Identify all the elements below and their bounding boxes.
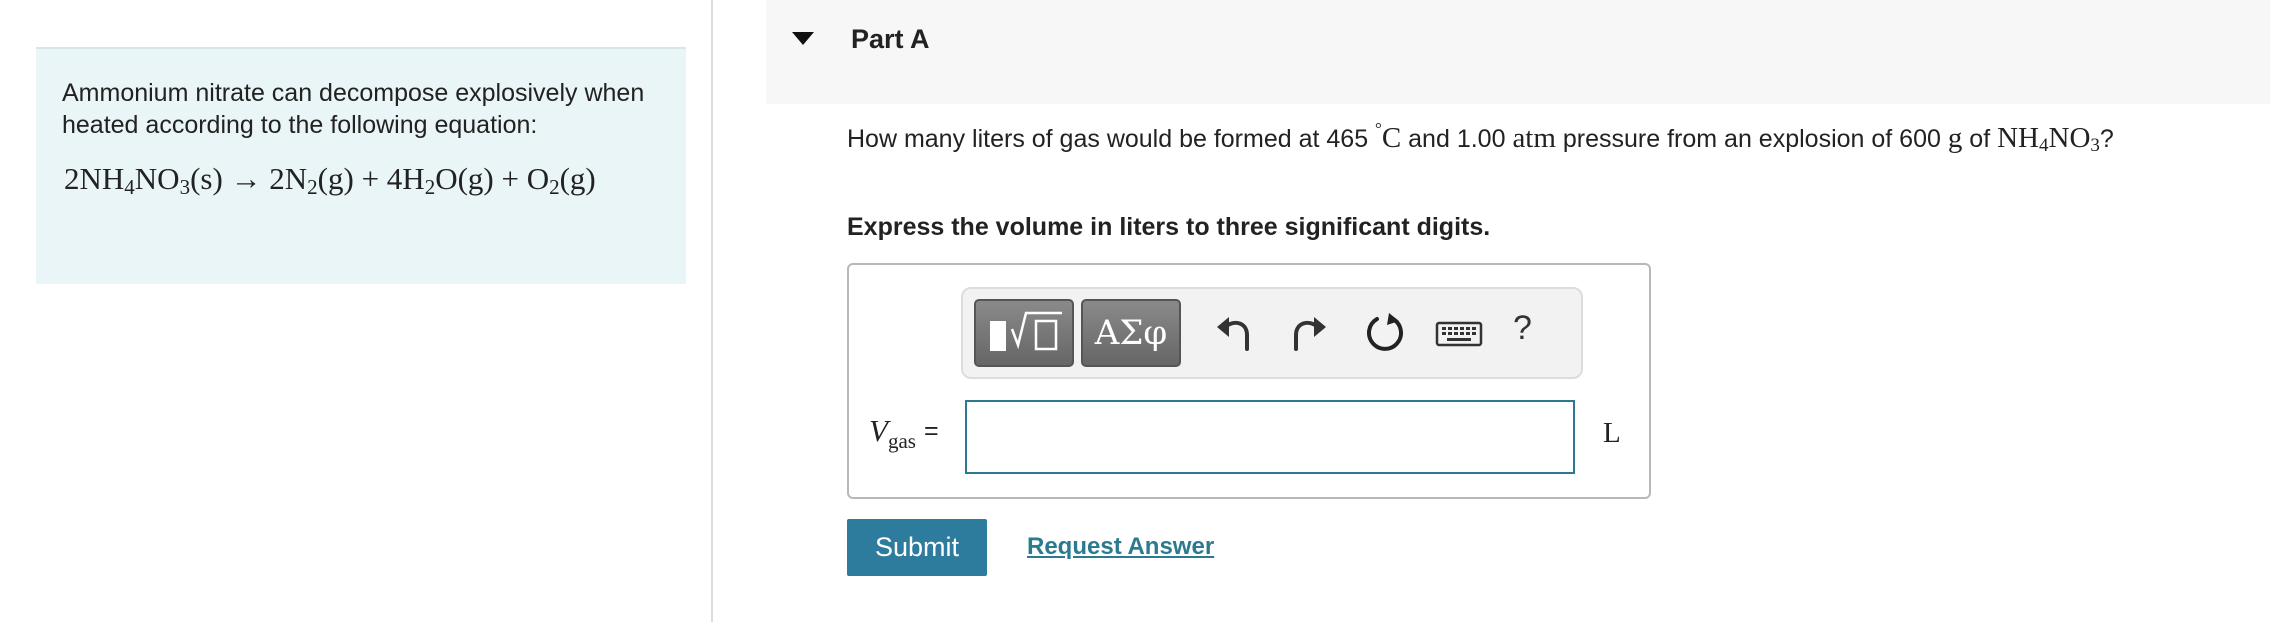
question-text: How many liters of gas would be formed a… (847, 119, 2114, 156)
part-header[interactable]: Part A (766, 0, 2270, 104)
reaction-equation: 2NH4NO3(s) → 2N2(g) + 4H2O(g) + O2(g) (64, 161, 596, 199)
request-answer-link[interactable]: Request Answer (1027, 533, 1214, 561)
instruction-text: Express the volume in liters to three si… (847, 213, 1491, 241)
help-icon[interactable]: ? (1513, 309, 1532, 348)
answer-input[interactable] (965, 400, 1575, 474)
symbols-label: ΑΣφ (1094, 313, 1168, 353)
submit-button[interactable]: Submit (847, 519, 987, 576)
unit-label: L (1603, 417, 1621, 449)
keyboard-icon[interactable] (1433, 311, 1485, 355)
greek-symbols-button[interactable]: ΑΣφ (1081, 299, 1181, 367)
mass-unit: g (1947, 122, 1963, 154)
math-templates-icon (990, 311, 1062, 351)
math-toolbar: ΑΣφ ? (961, 287, 1583, 379)
temperature-unit: °C (1375, 119, 1402, 154)
undo-icon[interactable] (1211, 311, 1255, 355)
redo-icon[interactable] (1288, 311, 1332, 355)
caret-down-icon[interactable] (792, 32, 814, 45)
intro-panel: Ammonium nitrate can decompose explosive… (36, 47, 686, 284)
ammonium-nitrate-formula: NH4NO3 (1997, 122, 2100, 156)
panel-divider (711, 0, 713, 622)
pressure-unit: atm (1512, 122, 1556, 154)
intro-text: Ammonium nitrate can decompose explosive… (62, 79, 645, 139)
equation-lhs: 2NH (64, 161, 125, 196)
reset-icon[interactable] (1363, 311, 1407, 355)
variable-label: Vgas = (869, 413, 939, 453)
answer-box: ΑΣφ ? Vgas = L (847, 263, 1651, 499)
part-title: Part A (851, 24, 930, 54)
math-templates-button[interactable] (974, 299, 1074, 367)
